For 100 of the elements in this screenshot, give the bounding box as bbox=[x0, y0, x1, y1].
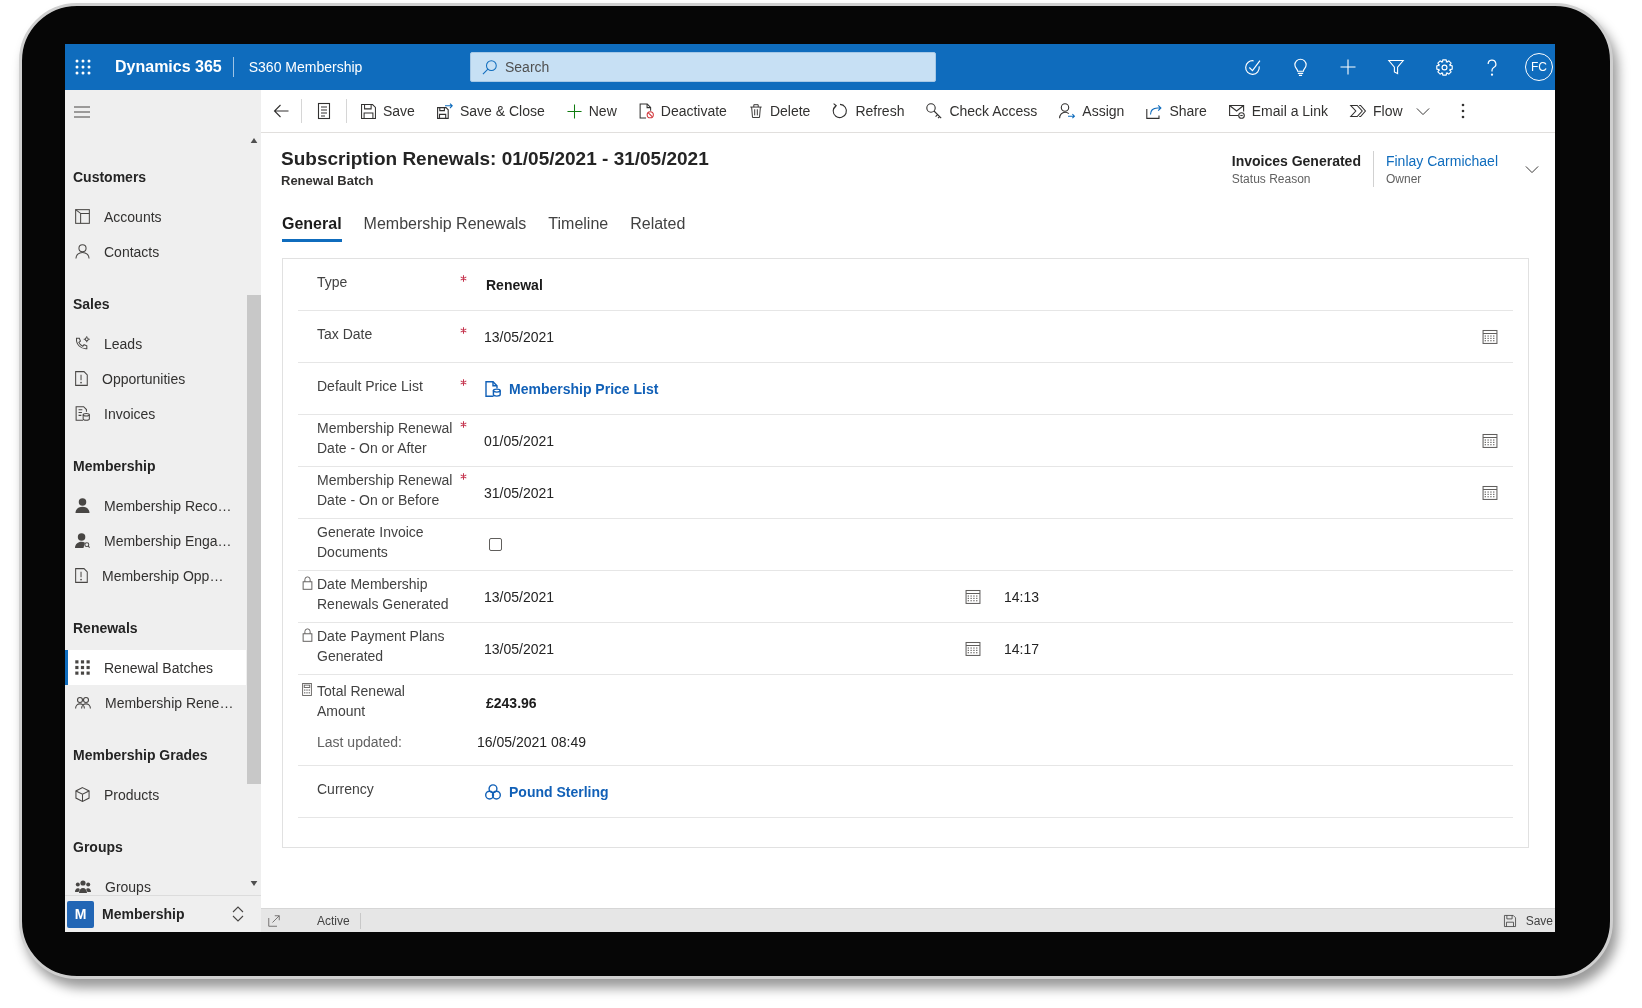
nav-item[interactable]: Renewal Batches bbox=[65, 650, 246, 685]
nav-item[interactable]: Membership Rene… bbox=[65, 685, 246, 720]
envelope-icon bbox=[1228, 103, 1245, 119]
lookup-link[interactable]: Pound Sterling bbox=[509, 783, 609, 800]
coins-icon bbox=[485, 783, 501, 800]
calendar-icon[interactable] bbox=[1482, 485, 1498, 500]
record-title: Subscription Renewals: 01/05/2021 - 31/05/2021 bbox=[281, 147, 709, 171]
field-label: Membership Renewal Date - On or After bbox=[317, 419, 454, 458]
command-button[interactable]: Check Access bbox=[915, 93, 1049, 129]
status-text: Active bbox=[317, 913, 350, 928]
time-field[interactable]: 14:13 bbox=[1004, 588, 1040, 605]
section-heading: Sales bbox=[73, 295, 110, 314]
command-button[interactable]: Share bbox=[1135, 93, 1218, 129]
save-icon bbox=[1503, 914, 1516, 927]
header-label: Owner bbox=[1385, 171, 1423, 187]
trash-icon bbox=[748, 103, 763, 119]
area-badge: M bbox=[67, 900, 94, 928]
command-button[interactable]: Save & Close bbox=[425, 93, 556, 129]
help-icon[interactable] bbox=[1487, 58, 1497, 76]
date-field[interactable]: 13/05/2021 bbox=[484, 588, 555, 605]
command-button[interactable]: Email a Link bbox=[1217, 93, 1339, 129]
back-arrow-icon[interactable] bbox=[273, 103, 289, 119]
date-field[interactable]: 13/05/2021 bbox=[484, 328, 555, 345]
nav-item[interactable]: Products bbox=[65, 777, 246, 812]
calculator-icon bbox=[302, 682, 312, 696]
nav-item[interactable]: Invoices bbox=[65, 396, 246, 431]
phone-icon bbox=[75, 336, 90, 351]
share-icon bbox=[1146, 103, 1163, 119]
person-icon bbox=[75, 244, 90, 259]
field-label: Date Membership Renewals Generated bbox=[317, 575, 450, 614]
filter-icon[interactable] bbox=[1388, 59, 1404, 75]
field-label: Membership Renewal Date - On or Before bbox=[317, 471, 454, 510]
refresh-icon bbox=[832, 103, 849, 119]
panel-icon bbox=[75, 209, 90, 224]
select-field[interactable]: Renewal bbox=[486, 276, 543, 293]
people-icon bbox=[75, 696, 91, 709]
settings-icon[interactable] bbox=[1435, 58, 1453, 76]
area-switcher-label[interactable]: Membership bbox=[102, 906, 185, 922]
plus-icon[interactable] bbox=[1340, 59, 1356, 75]
tab[interactable]: Membership Renewals bbox=[363, 214, 527, 242]
chevron-down-icon[interactable] bbox=[1525, 164, 1539, 174]
alert-document-icon bbox=[75, 568, 88, 583]
nav-item[interactable]: Membership Enga… bbox=[65, 523, 246, 558]
check-circle-icon[interactable] bbox=[1243, 58, 1261, 76]
search-icon bbox=[482, 60, 497, 75]
up-down-icon[interactable] bbox=[232, 906, 244, 922]
section-heading: Membership Grades bbox=[73, 746, 208, 765]
save-button[interactable]: Save bbox=[1503, 913, 1553, 928]
header-label: Status Reason bbox=[1231, 171, 1312, 187]
scrollbar-thumb[interactable] bbox=[246, 295, 261, 784]
command-button[interactable]: Save bbox=[350, 93, 426, 129]
command-button[interactable]: Assign bbox=[1048, 93, 1136, 129]
calendar-icon[interactable] bbox=[965, 641, 981, 656]
dots-grid-icon[interactable] bbox=[75, 59, 91, 75]
more-icon[interactable] bbox=[1460, 103, 1465, 119]
double-chevron-icon bbox=[1350, 103, 1366, 119]
date-field[interactable]: 01/05/2021 bbox=[484, 432, 555, 449]
command-button[interactable]: New bbox=[555, 93, 628, 129]
nav-item[interactable]: Accounts bbox=[65, 199, 246, 234]
tab[interactable]: Timeline bbox=[548, 214, 609, 242]
app-name[interactable]: Dynamics 365 bbox=[115, 58, 222, 76]
person-search-icon bbox=[75, 533, 90, 548]
search-field[interactable]: Search bbox=[470, 52, 936, 82]
command-button[interactable]: Delete bbox=[737, 93, 822, 129]
date-field[interactable]: 13/05/2021 bbox=[484, 640, 555, 657]
calendar-icon[interactable] bbox=[1482, 329, 1498, 344]
document-block-icon bbox=[638, 103, 654, 119]
tab[interactable]: Related bbox=[630, 214, 686, 242]
checkbox[interactable] bbox=[489, 538, 502, 551]
field-label: Date Payment Plans Generated bbox=[317, 627, 446, 666]
updated-value: 16/05/2021 08:49 bbox=[477, 734, 586, 750]
command-button[interactable]: Flow bbox=[1339, 93, 1441, 129]
nav-item[interactable]: Membership Opp… bbox=[65, 558, 246, 593]
calendar-icon[interactable] bbox=[965, 589, 981, 604]
scroll-down-icon[interactable] bbox=[249, 881, 258, 886]
nav-item[interactable]: Opportunities bbox=[65, 361, 246, 396]
field-label: Currency bbox=[317, 780, 375, 799]
calendar-icon[interactable] bbox=[1482, 433, 1498, 448]
section-heading: Membership bbox=[73, 457, 156, 476]
expand-icon[interactable] bbox=[268, 914, 280, 927]
date-field[interactable]: 31/05/2021 bbox=[484, 484, 555, 501]
header-link[interactable]: Finlay Carmichael bbox=[1385, 151, 1498, 171]
grid-icon bbox=[75, 660, 90, 675]
scroll-up-icon[interactable] bbox=[249, 138, 258, 143]
nav-item[interactable]: Membership Reco… bbox=[65, 488, 246, 523]
lightbulb-icon[interactable] bbox=[1293, 58, 1307, 76]
document-icon[interactable] bbox=[318, 103, 330, 119]
nav-item[interactable]: Groups bbox=[65, 869, 246, 895]
document-coins-icon bbox=[75, 406, 90, 421]
nav-item[interactable]: Contacts bbox=[65, 234, 246, 269]
nav-item[interactable]: Leads bbox=[65, 326, 246, 361]
time-field[interactable]: 14:17 bbox=[1004, 640, 1040, 657]
cube-icon bbox=[75, 787, 90, 802]
section-heading: Renewals bbox=[73, 619, 138, 638]
lookup-link[interactable]: Membership Price List bbox=[509, 380, 659, 397]
tab[interactable]: General bbox=[282, 214, 342, 242]
amount-value: £243.96 bbox=[486, 695, 537, 711]
command-button[interactable]: Deactivate bbox=[627, 93, 738, 129]
record-type: Renewal Batch bbox=[281, 172, 375, 190]
command-button[interactable]: Refresh bbox=[821, 93, 916, 129]
